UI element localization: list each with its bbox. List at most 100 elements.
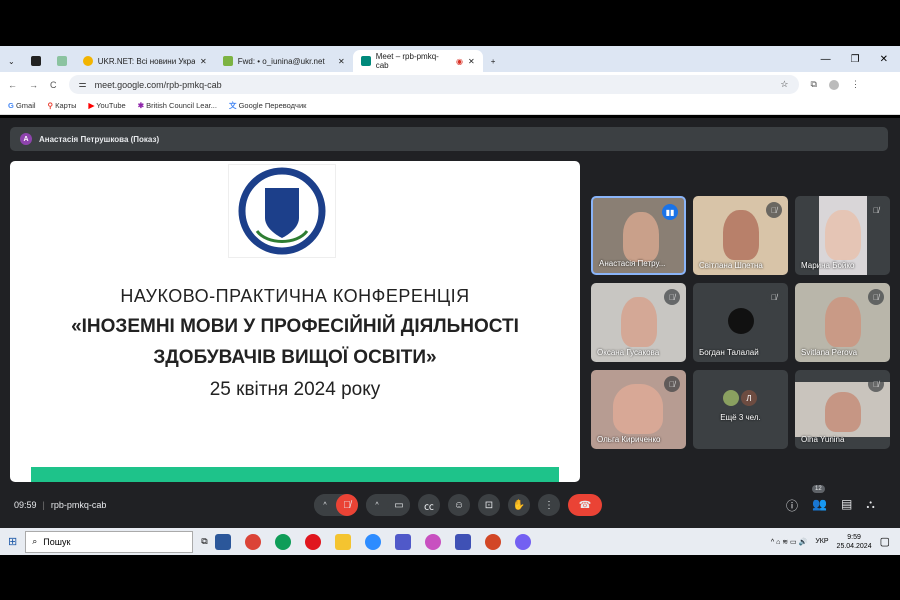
bookmark-youtube[interactable]: ▶ YouTube <box>89 101 126 110</box>
bookmark-gmail[interactable]: G Gmail <box>8 101 36 110</box>
leave-call-button[interactable]: ☎ <box>568 494 602 516</box>
bookmark-british-council[interactable]: ✱ British Council Lear... <box>138 101 217 110</box>
bookmarks-bar: G Gmail ⚲ Карты ▶ YouTube ✱ British Coun… <box>0 97 900 115</box>
participant-tile[interactable]: 🎙̸ Марина Бойко <box>795 196 890 275</box>
mic-off-icon: 🎙̸ <box>766 202 782 218</box>
camera-group: ^ ▭ <box>366 494 410 516</box>
new-tab-button[interactable]: + <box>483 50 504 72</box>
avatar <box>723 390 739 406</box>
pinned-tab[interactable] <box>23 50 49 72</box>
close-icon[interactable]: ✕ <box>338 57 345 66</box>
task-view-icon[interactable]: ⧉ <box>201 536 207 547</box>
viber-icon[interactable] <box>514 533 531 550</box>
institute-logo <box>228 164 336 258</box>
taskbar-search-input[interactable]: ⌕ Пошук <box>25 530 194 553</box>
presenter-bar: A Анастасія Петрушкова (Показ) <box>10 127 888 151</box>
tab-ukrnet[interactable]: UKR.NET: Всі новини України✕ <box>75 50 215 72</box>
avatar: Л <box>741 390 757 406</box>
participant-tile[interactable]: 🎙̸ Ольга Кириченко <box>591 370 686 449</box>
call-controls: ^ 🎙̸ ^ ▭ ㏄ ☺ ⊡ ✋ ⋮ ☎ <box>314 494 602 516</box>
mic-off-button[interactable]: 🎙̸ <box>336 494 358 516</box>
meeting-info: 09:59 | rpb-pmkq-cab <box>14 500 107 510</box>
slide-title: «ІНОЗЕМНІ МОВИ У ПРОФЕСІЙНІЙ ДІЯЛЬНОСТІ <box>71 316 519 337</box>
mic-off-icon: 🎙̸ <box>868 289 884 305</box>
present-button[interactable]: ⊡ <box>478 494 500 516</box>
slide-date: 25 квітня 2024 року <box>209 379 381 400</box>
more-options-button[interactable]: ⋮ <box>538 494 560 516</box>
bookmark-translate[interactable]: 文 Google Переводчик <box>229 100 306 111</box>
url-input[interactable]: ⚌ meet.google.com/rpb-pmkq-cab ☆ <box>68 75 799 94</box>
participant-tile[interactable]: 🎙̸ Svitlana Perova <box>795 283 890 362</box>
word-icon[interactable] <box>214 533 231 550</box>
bookmark-star-icon[interactable]: ☆ <box>780 79 798 90</box>
camera-button[interactable]: ▭ <box>388 494 410 516</box>
mic-off-icon: 🎙̸ <box>868 376 884 392</box>
side-controls: ⓘ 👥 12 ▤ ⛬ <box>786 485 875 514</box>
participant-tile[interactable]: ▮▮ Анастасія Петру... <box>591 196 686 275</box>
back-icon[interactable]: ← <box>8 80 17 90</box>
bookmark-maps[interactable]: ⚲ Карты <box>48 101 77 110</box>
people-icon[interactable]: 👥 12 <box>812 485 827 514</box>
chrome-icon[interactable] <box>244 533 261 550</box>
tray-icons[interactable]: ^ ⌂ ≋ ▭ 🔊 <box>771 538 808 546</box>
captions-button[interactable]: ㏄ <box>418 494 440 516</box>
tab-mail[interactable]: Fwd: • o_iunina@ukr.net ✕ <box>215 50 353 72</box>
forward-icon[interactable]: → <box>29 80 38 90</box>
menu-icon[interactable]: ⋮ <box>851 79 860 90</box>
slide-line: НАУКОВО-ПРАКТИЧНА КОНФЕРЕНЦІЯ <box>120 286 470 306</box>
powerpoint-icon[interactable] <box>484 533 501 550</box>
tab-list-button[interactable]: ⌄ <box>0 50 23 72</box>
file-explorer-icon[interactable] <box>334 533 351 550</box>
extensions-icon[interactable]: ⧉ <box>811 79 817 90</box>
mic-group: ^ 🎙̸ <box>314 494 358 516</box>
address-bar-row: ← → C ⚌ meet.google.com/rpb-pmkq-cab ☆ ⧉ ⋮ <box>0 72 900 97</box>
notifications-icon[interactable]: ▢ <box>880 535 890 548</box>
close-window-icon[interactable]: ✕ <box>880 54 888 65</box>
emoji-button[interactable]: ☺ <box>448 494 470 516</box>
taskbar: ⊞ ⌕ Пошук ⧉ ^ ⌂ ≋ ▭ 🔊 УКР 9:59 25.04.2024 … <box>0 528 900 555</box>
ukrnet-icon <box>82 56 93 66</box>
reload-icon[interactable]: C <box>50 80 57 90</box>
opera-icon[interactable] <box>304 533 321 550</box>
chat-icon[interactable]: ▤ <box>841 497 852 514</box>
slide-footer-band <box>31 467 559 482</box>
app-icon[interactable] <box>424 533 441 550</box>
mic-options-button[interactable]: ^ <box>314 494 336 516</box>
pinned-tab[interactable] <box>49 50 75 72</box>
mic-off-icon: 🎙̸ <box>664 289 680 305</box>
camera-options-button[interactable]: ^ <box>366 494 388 516</box>
edge-icon[interactable] <box>274 533 291 550</box>
teams-icon[interactable] <box>394 533 411 550</box>
avatar[interactable] <box>828 79 839 90</box>
more-participants-tile[interactable]: Л Ещё 3 чел. <box>693 370 788 449</box>
language-indicator[interactable]: УКР <box>815 538 828 545</box>
app-icon[interactable] <box>454 533 471 550</box>
participant-tile[interactable]: 🎙̸ Богдан Талалай <box>693 283 788 362</box>
mic-off-icon: 🎙̸ <box>664 376 680 392</box>
speaking-icon: ▮▮ <box>662 204 678 220</box>
mic-off-icon: 🎙̸ <box>868 202 884 218</box>
clock[interactable]: 9:59 25.04.2024 <box>837 533 872 551</box>
minimize-icon[interactable]: — <box>821 54 831 65</box>
info-icon[interactable]: ⓘ <box>786 497 798 514</box>
zoom-icon[interactable] <box>364 533 381 550</box>
activities-icon[interactable]: ⛬ <box>866 497 874 514</box>
participant-tile[interactable]: 🎙̸ Світлана Шпетна <box>693 196 788 275</box>
people-count-badge: 12 <box>812 485 825 493</box>
slide-title: ЗДОБУВАЧІВ ВИЩОЇ ОСВІТИ» <box>153 347 437 368</box>
maximize-icon[interactable]: ❐ <box>851 54 860 65</box>
participant-tile[interactable]: 🎙̸ Оксана Гусакова <box>591 283 686 362</box>
site-settings-icon[interactable]: ⚌ <box>79 79 87 90</box>
windows-start-icon[interactable]: ⊞ <box>8 535 17 548</box>
participant-tile[interactable]: 🎙̸ Olha Yunina <box>795 370 890 449</box>
search-icon: ⌕ <box>32 536 38 546</box>
meet-icon <box>360 56 371 66</box>
avatar: A <box>20 133 32 145</box>
raise-hand-button[interactable]: ✋ <box>508 494 530 516</box>
avatar <box>728 308 754 334</box>
tab-meet[interactable]: Meet – rpb-pmkq-cab ◉ ✕ <box>352 50 483 72</box>
mail-icon <box>222 56 233 66</box>
close-icon[interactable]: ✕ <box>200 57 207 66</box>
close-icon[interactable]: ✕ <box>468 57 475 66</box>
recording-icon: ◉ <box>456 56 463 66</box>
